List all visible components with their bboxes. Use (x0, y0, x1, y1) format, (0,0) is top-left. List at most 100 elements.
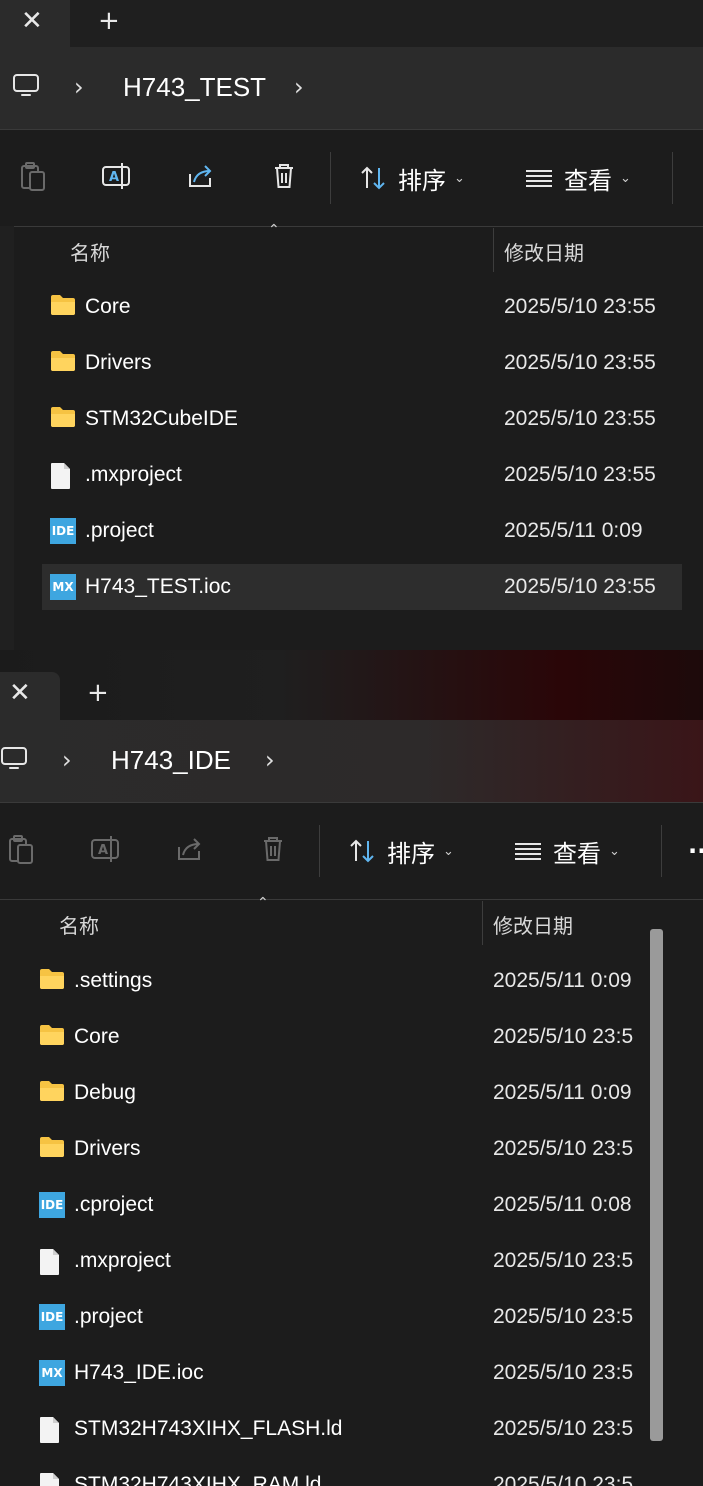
file-row[interactable]: Drivers 2025/5/10 23:5 (31, 1126, 647, 1172)
column-header-name[interactable]: 名称 (70, 237, 110, 266)
view-label: 查看 (564, 166, 612, 195)
folder-icon (39, 1136, 65, 1160)
active-tab[interactable]: ✕ (0, 0, 70, 47)
share-icon[interactable] (173, 833, 205, 865)
column-divider[interactable] (493, 228, 494, 272)
file-modified-date: 2025/5/11 0:09 (493, 1081, 632, 1104)
explorer-window-h743-ide: ✕ + › H743_IDE › A 排序 ⌄ 查看 ⌄ · ⌃ 名称 修改日期… (0, 650, 703, 1486)
file-name: .project (74, 1305, 143, 1328)
chevron-right-icon[interactable]: › (294, 75, 304, 99)
sort-icon (350, 839, 374, 863)
more-options-button[interactable]: ·· (688, 831, 703, 871)
file-badge-label: MX (39, 1360, 65, 1386)
folder-icon (39, 1080, 65, 1104)
file-badge-label: IDE (39, 1192, 65, 1218)
close-icon[interactable]: ✕ (9, 680, 31, 706)
file-name: .cproject (74, 1193, 154, 1216)
file-name: STM32H743XIHX_RAM.ld (74, 1473, 322, 1486)
file-row[interactable]: Debug 2025/5/11 0:09 (31, 1070, 647, 1116)
file-row[interactable]: IDE .project 2025/5/11 0:09 (42, 508, 682, 554)
file-modified-date: 2025/5/10 23:5 (493, 1473, 634, 1486)
file-name: STM32CubeIDE (85, 407, 238, 430)
column-divider[interactable] (482, 901, 483, 945)
file-icon (39, 1416, 65, 1443)
file-name: .project (85, 519, 154, 542)
file-row[interactable]: Core 2025/5/10 23:55 (42, 284, 682, 330)
file-modified-date: 2025/5/10 23:55 (504, 295, 656, 318)
chevron-right-icon[interactable]: › (265, 748, 275, 772)
sort-label: 排序 (398, 166, 446, 195)
svg-text:A: A (98, 843, 108, 858)
sort-button[interactable]: 排序 ⌄ (358, 158, 465, 198)
breadcrumb-folder[interactable]: H743_IDE (111, 747, 231, 773)
file-modified-date: 2025/5/10 23:55 (504, 351, 656, 374)
command-bar: A 排序 ⌄ 查看 (0, 129, 703, 227)
file-name: .settings (74, 969, 153, 992)
mx-icon: MX (39, 1360, 65, 1386)
file-modified-date: 2025/5/10 23:5 (493, 1361, 634, 1384)
ide-icon: IDE (39, 1192, 65, 1218)
active-tab[interactable]: ✕ (0, 672, 60, 720)
vertical-scrollbar-thumb[interactable] (650, 929, 663, 1441)
ide-icon: IDE (39, 1304, 65, 1330)
file-icon (39, 1248, 65, 1275)
chevron-down-icon: ⌄ (620, 170, 631, 186)
file-name: H743_IDE.ioc (74, 1361, 204, 1384)
sort-button[interactable]: 排序 ⌄ (347, 831, 454, 871)
plus-icon[interactable]: + (98, 8, 120, 34)
file-list: ⌃ 名称 修改日期 .settings 2025/5/11 0:09 Core 202… (0, 895, 703, 1486)
file-modified-date: 2025/5/11 0:09 (504, 519, 643, 542)
monitor-icon[interactable] (0, 746, 28, 772)
column-header-date[interactable]: 修改日期 (504, 237, 584, 266)
file-row[interactable]: Core 2025/5/10 23:5 (31, 1014, 647, 1060)
view-button[interactable]: 查看 ⌄ (524, 158, 631, 198)
file-row[interactable]: IDE .cproject 2025/5/11 0:08 (31, 1182, 647, 1228)
file-row[interactable]: MX H743_TEST.ioc 2025/5/10 23:55 (42, 564, 682, 610)
ide-icon: IDE (50, 518, 76, 544)
file-row[interactable]: .settings 2025/5/11 0:09 (31, 958, 647, 1004)
file-modified-date: 2025/5/10 23:5 (493, 1305, 634, 1328)
file-modified-date: 2025/5/10 23:55 (504, 407, 656, 430)
rename-icon[interactable]: A (100, 160, 132, 192)
file-name: Core (85, 295, 131, 318)
file-row[interactable]: .mxproject 2025/5/10 23:5 (31, 1238, 647, 1284)
file-row[interactable]: STM32CubeIDE 2025/5/10 23:55 (42, 396, 682, 442)
chevron-right-icon[interactable]: › (74, 75, 84, 99)
file-row[interactable]: STM32H743XIHX_RAM.ld 2025/5/10 23:5 (31, 1462, 647, 1486)
delete-icon[interactable] (257, 833, 289, 865)
file-row[interactable]: MX H743_IDE.ioc 2025/5/10 23:5 (31, 1350, 647, 1396)
toolbar-separator (319, 825, 320, 877)
chevron-down-icon: ⌄ (454, 170, 465, 186)
rename-icon[interactable]: A (89, 833, 121, 865)
file-row[interactable]: Drivers 2025/5/10 23:55 (42, 340, 682, 386)
file-name: Core (74, 1025, 120, 1048)
view-button[interactable]: 查看 ⌄ (513, 831, 620, 871)
file-name: Drivers (85, 351, 152, 374)
view-label: 查看 (553, 839, 601, 868)
clipboard-icon[interactable] (5, 833, 37, 865)
chevron-right-icon[interactable]: › (62, 748, 72, 772)
file-row[interactable]: STM32H743XIHX_FLASH.ld 2025/5/10 23:5 (31, 1406, 647, 1452)
delete-icon[interactable] (268, 160, 300, 192)
sort-up-icon: ⌃ (268, 222, 280, 238)
column-header-row: ⌃ 名称 修改日期 (0, 222, 703, 272)
svg-text:A: A (109, 170, 119, 185)
file-name: Debug (74, 1081, 136, 1104)
share-icon[interactable] (184, 160, 216, 192)
file-badge-label: MX (50, 574, 76, 600)
file-row[interactable]: IDE .project 2025/5/10 23:5 (31, 1294, 647, 1340)
file-row[interactable]: .mxproject 2025/5/10 23:55 (42, 452, 682, 498)
chevron-down-icon: ⌄ (443, 843, 454, 859)
breadcrumb-folder[interactable]: H743_TEST (123, 74, 266, 100)
file-icon (50, 462, 76, 489)
close-icon[interactable]: ✕ (21, 8, 43, 34)
plus-icon[interactable]: + (87, 680, 109, 706)
column-header-date[interactable]: 修改日期 (493, 910, 573, 939)
column-header-name[interactable]: 名称 (59, 910, 99, 939)
file-modified-date: 2025/5/11 0:08 (493, 1193, 632, 1216)
clipboard-icon[interactable] (17, 160, 49, 192)
monitor-icon[interactable] (12, 73, 40, 99)
view-list-icon (515, 843, 541, 860)
file-icon (39, 1472, 65, 1486)
address-bar: › H743_IDE › (0, 720, 703, 802)
